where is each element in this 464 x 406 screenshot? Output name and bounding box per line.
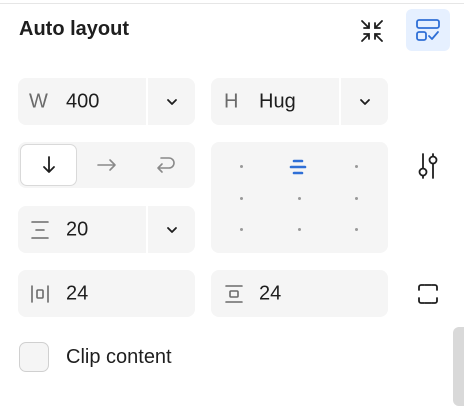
sliders-icon[interactable] <box>412 150 444 182</box>
height-field[interactable]: H Hug <box>211 78 388 125</box>
direction-wrap-button[interactable] <box>136 142 193 188</box>
align-middle-left[interactable] <box>240 197 243 200</box>
alignment-grid[interactable] <box>211 142 388 253</box>
align-bottom-center[interactable] <box>298 228 301 231</box>
align-bottom-left[interactable] <box>240 228 243 231</box>
align-middle-right[interactable] <box>355 197 358 200</box>
align-top-left[interactable] <box>240 165 243 168</box>
layout-check-icon[interactable] <box>406 9 450 51</box>
width-prefix: W <box>29 90 48 112</box>
clip-content-checkbox[interactable] <box>19 342 49 372</box>
chevron-down-icon[interactable] <box>148 78 195 125</box>
chevron-down-icon[interactable] <box>148 206 195 253</box>
vertical-padding-field[interactable]: 24 <box>211 270 388 317</box>
direction-segmented-control <box>18 142 195 188</box>
vertical-padding-value[interactable]: 24 <box>259 282 281 305</box>
arrow-right-icon <box>96 159 116 171</box>
vertical-padding-icon <box>223 283 245 310</box>
panel-title: Auto layout <box>19 18 129 40</box>
top-divider <box>0 3 464 4</box>
vertical-gap-icon <box>29 219 51 246</box>
wrap-arrow-icon <box>156 157 175 173</box>
align-middle-center[interactable] <box>298 197 301 200</box>
horizontal-padding-icon <box>29 283 51 310</box>
clip-content-label[interactable]: Clip content <box>66 346 172 369</box>
align-bottom-right[interactable] <box>355 228 358 231</box>
align-top-right[interactable] <box>355 165 358 168</box>
arrow-down-icon <box>42 156 55 173</box>
gap-value[interactable]: 20 <box>66 218 88 241</box>
horizontal-padding-value[interactable]: 24 <box>66 282 88 305</box>
height-value[interactable]: Hug <box>259 90 296 113</box>
chevron-down-icon[interactable] <box>341 78 388 125</box>
width-field[interactable]: W 400 <box>18 78 195 125</box>
width-value[interactable]: 400 <box>66 90 99 113</box>
direction-horizontal-button[interactable] <box>78 142 135 188</box>
direction-vertical-button[interactable] <box>20 142 77 188</box>
gap-field[interactable]: 20 <box>18 206 195 253</box>
collapse-arrows-icon[interactable] <box>356 15 388 47</box>
scrollbar-thumb[interactable] <box>453 327 464 406</box>
horizontal-padding-field[interactable]: 24 <box>18 270 195 317</box>
align-top-center-selected-icon[interactable] <box>289 158 307 176</box>
clip-frame-icon[interactable] <box>412 278 444 310</box>
height-prefix: H <box>224 90 239 112</box>
